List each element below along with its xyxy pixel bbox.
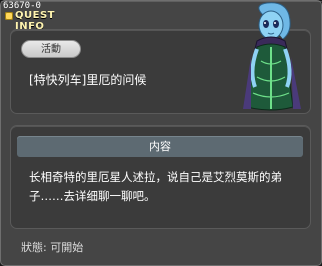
content-section-header: 内容 xyxy=(17,136,303,157)
quest-info-window: 63670-0 QUEST INFO 活動 [特快列车]里厄的问候 内容 长相奇… xyxy=(0,0,322,266)
alien-npc-portrait-icon xyxy=(243,2,301,111)
quest-title: [特快列车]里厄的问候 xyxy=(29,73,147,87)
quest-category-badge: 活動 xyxy=(21,40,81,58)
title-bar[interactable]: QUEST INFO xyxy=(2,10,82,32)
title-bullet-icon xyxy=(5,12,13,20)
quest-status: 狀態: 可開始 xyxy=(21,241,84,254)
quest-description: 长相奇特的里厄星人述拉，说自己是艾烈莫斯的弟子……去详细聊一聊吧。 xyxy=(29,170,282,203)
